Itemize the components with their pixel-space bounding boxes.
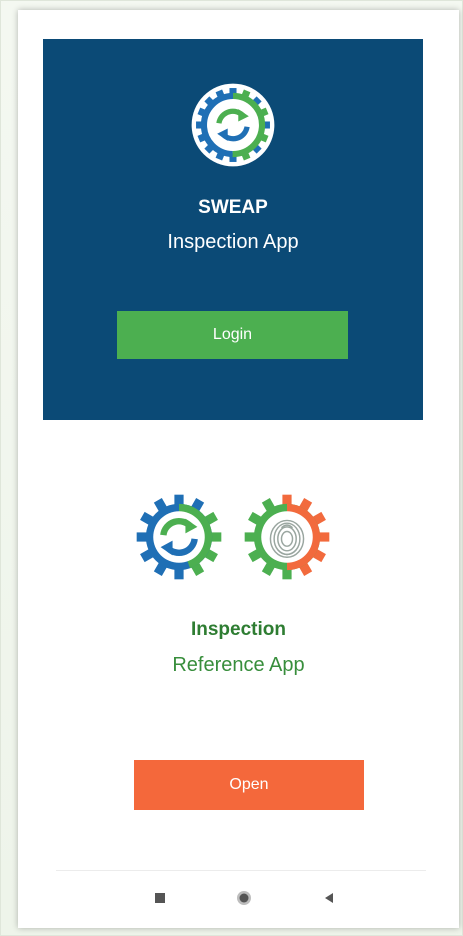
reference-title: Inspection [190,619,286,640]
screenshot-frame: SWEAP Inspection App Login Inspection Re… [0,0,463,936]
android-navbar [18,871,459,928]
reference-logos [1,491,462,581]
sweap-gear-sync-icon [136,494,222,580]
back-triangle-icon [325,893,333,903]
reference-subtitle: Reference App [172,654,305,676]
sweap-banner: SWEAP Inspection App Login [43,39,423,420]
open-button[interactable]: Open [134,760,364,810]
home-circle-icon [237,891,251,905]
sweap-title: SWEAP [198,197,268,218]
sweap-gear-sync-icon [191,83,275,167]
square-icon [155,893,165,903]
home-button[interactable] [229,883,259,913]
back-button[interactable] [314,883,344,913]
sweap-subtitle: Inspection App [167,231,299,253]
fingerprint-gear-icon [244,494,330,580]
login-button[interactable]: Login [117,311,348,359]
recents-button[interactable] [145,883,175,913]
